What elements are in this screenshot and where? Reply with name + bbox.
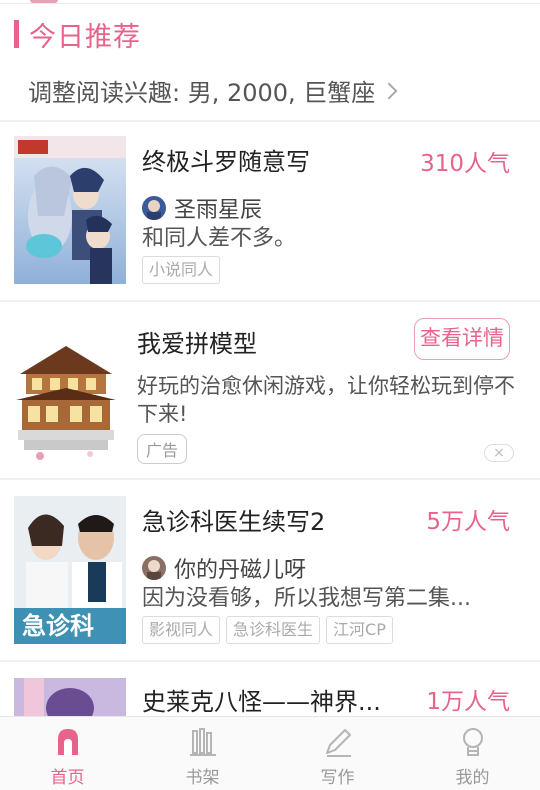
ad-image[interactable] [10, 316, 122, 464]
tag[interactable]: 影视同人 [142, 616, 221, 644]
tag[interactable]: 江河CP [326, 616, 393, 644]
book-card[interactable]: 史莱克八怪——神界... 1万人气 [0, 662, 540, 716]
section-title: 今日推荐 [29, 21, 141, 53]
nav-label: 书架 [185, 768, 220, 788]
svg-text:急诊科: 急诊科 [22, 612, 94, 640]
ad-title[interactable]: 我爱拼模型 [137, 324, 257, 359]
top-strip [0, 0, 540, 4]
view-details-button[interactable]: 查看详情 [414, 318, 510, 360]
nav-profile[interactable]: 我的 [405, 717, 540, 790]
book-description: 和同人差不多。 [142, 226, 297, 251]
book-cover[interactable]: 急诊科 [14, 496, 126, 644]
book-cover[interactable] [14, 678, 126, 716]
book-card[interactable]: 急诊科 急诊科医生续写2 5万人气 你的丹磁儿呀 因为没看够，所以我想写第二集.… [0, 480, 540, 660]
tag-list: 小说同人 [142, 256, 221, 284]
section-header: 今日推荐 [14, 14, 141, 54]
section-accent-bar [14, 20, 19, 48]
ad-description: 好玩的治愈休闲游戏，让你轻松玩到停不下来! [137, 374, 515, 426]
chevron-right-icon [380, 82, 398, 99]
nav-home[interactable]: 首页 [0, 717, 135, 790]
author[interactable]: 圣雨星辰 [142, 192, 262, 224]
nav-label: 写作 [320, 768, 355, 788]
adjust-interest-link[interactable]: 调整阅读兴趣: 男, 2000, 巨蟹座 [28, 72, 398, 108]
avatar [142, 556, 166, 580]
nav-label: 首页 [50, 768, 85, 788]
nav-label: 我的 [455, 768, 490, 788]
ad-card[interactable]: 我爱拼模型 查看详情 好玩的治愈休闲游戏，让你轻松玩到停不下来! 广告 × [0, 302, 540, 478]
nav-bookshelf[interactable]: 书架 [135, 717, 270, 790]
book-description: 因为没看够，所以我想写第二集... [142, 586, 471, 611]
bookshelf-icon [189, 728, 216, 756]
profile-icon [462, 728, 483, 756]
author-name: 圣雨星辰 [174, 198, 263, 223]
book-title[interactable]: 终极斗罗随意写 [142, 142, 310, 177]
pen-icon [325, 729, 351, 757]
popularity-count: 1万人气 [426, 689, 510, 715]
ad-badge: 广告 [137, 434, 188, 464]
author[interactable]: 你的丹磁儿呀 [142, 552, 306, 584]
avatar [142, 196, 166, 220]
tag[interactable]: 急诊科医生 [226, 616, 321, 644]
book-card[interactable]: 终极斗罗随意写 310人气 圣雨星辰 和同人差不多。 小说同人 [0, 122, 540, 300]
book-cover[interactable] [14, 136, 126, 284]
book-title[interactable]: 史莱克八怪——神界... [142, 682, 381, 716]
tag[interactable]: 小说同人 [142, 256, 221, 284]
nav-write[interactable]: 写作 [270, 717, 405, 790]
tag-list: 影视同人 急诊科医生 江河CP [142, 616, 393, 644]
author-name: 你的丹磁儿呀 [174, 558, 307, 583]
home-icon [57, 729, 78, 755]
interest-label: 调整阅读兴趣: 男, 2000, 巨蟹座 [28, 78, 376, 107]
tab-stub [30, 0, 58, 3]
close-ad-button[interactable]: × [484, 444, 514, 462]
popularity-count: 5万人气 [426, 509, 510, 535]
bottom-nav: 首页 书架 写作 我的 [0, 716, 540, 790]
popularity-count: 310人气 [420, 151, 510, 177]
book-title[interactable]: 急诊科医生续写2 [142, 502, 325, 537]
